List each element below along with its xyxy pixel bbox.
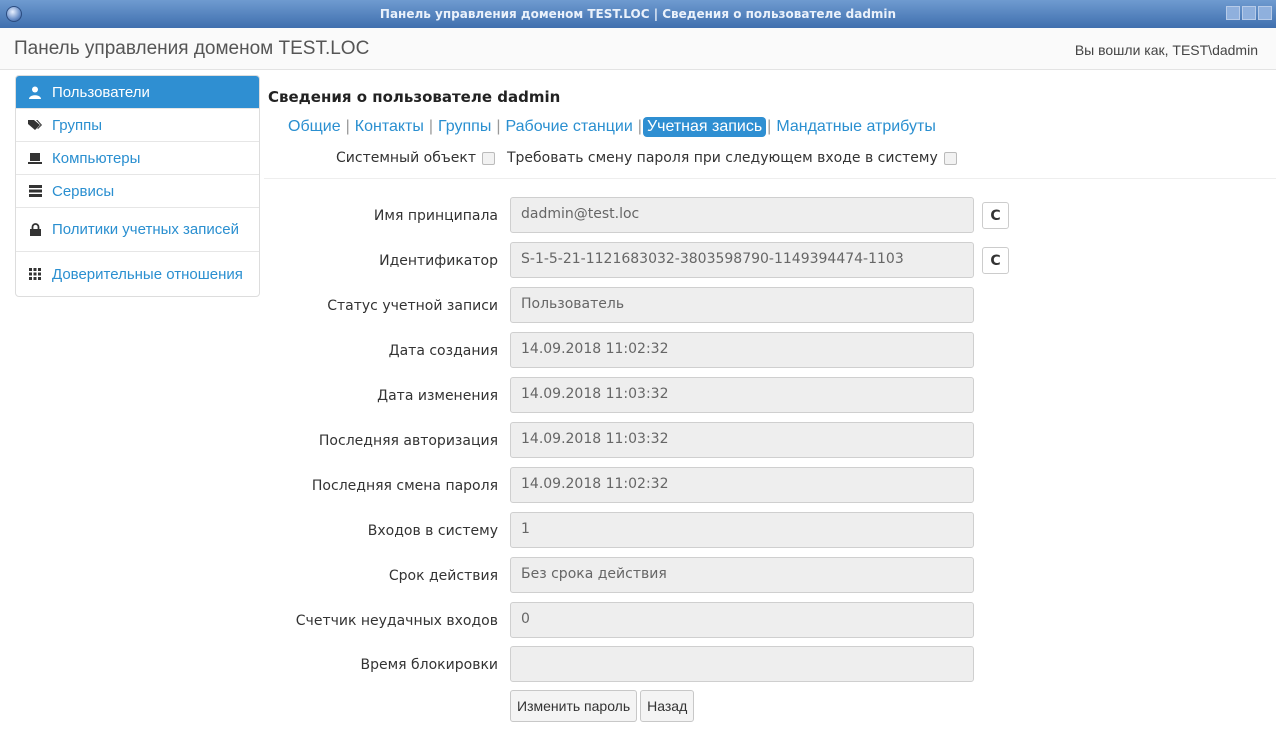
close-icon[interactable] bbox=[1258, 6, 1272, 20]
tab-separator: | bbox=[637, 118, 642, 135]
bad-logon-count-field[interactable]: 0 bbox=[510, 602, 974, 638]
field-label: Последняя авторизация bbox=[318, 433, 498, 449]
system-object-checkbox[interactable] bbox=[481, 151, 495, 165]
lockout-time-field[interactable] bbox=[510, 646, 974, 682]
modified-date-field[interactable]: 14.09.2018 11:03:32 bbox=[510, 377, 974, 413]
sidebar-item-label: Сервисы bbox=[52, 182, 115, 200]
app-header: Панель управления доменом TEST.LOC Вы во… bbox=[0, 28, 1276, 70]
sidebar-item-label: Политики учетных записей bbox=[52, 221, 239, 238]
field-last-logon: Последняя авторизация 14.09.2018 11:03:3… bbox=[264, 422, 1264, 462]
tab-separator: | bbox=[767, 118, 772, 135]
field-label: Время блокировки bbox=[360, 657, 499, 673]
field-label: Срок действия bbox=[388, 568, 498, 584]
tab-groups[interactable]: Группы bbox=[434, 117, 495, 137]
expiration-field[interactable]: Без срока действия bbox=[510, 557, 974, 593]
sidebar-item-account-policies[interactable]: Политики учетных записей bbox=[16, 208, 259, 252]
tab-general[interactable]: Общие bbox=[284, 117, 345, 137]
change-password-button[interactable]: Изменить пароль bbox=[510, 690, 638, 722]
tab-bar: Общие | Контакты | Группы | Рабочие стан… bbox=[284, 117, 940, 137]
identifier-field[interactable]: S-1-5-21-1121683032-3803598790-114939447… bbox=[510, 242, 974, 278]
window-title: Панель управления доменом TEST.LOC | Све… bbox=[379, 7, 897, 21]
server-icon bbox=[28, 184, 42, 198]
sidebar-item-label: Доверительные отношения bbox=[52, 265, 243, 283]
tab-separator: | bbox=[428, 118, 434, 135]
require-password-change-checkbox[interactable] bbox=[943, 151, 957, 165]
sidebar-item-groups[interactable]: Группы bbox=[16, 109, 259, 142]
field-principal-name: Имя принципала dadmin@test.loc C bbox=[264, 197, 1264, 237]
field-label: Дата создания bbox=[388, 343, 498, 359]
copy-icon: C bbox=[990, 252, 1001, 269]
field-lockout-time: Время блокировки bbox=[264, 646, 1264, 686]
window-controls bbox=[1226, 6, 1272, 20]
user-icon bbox=[28, 85, 42, 99]
field-expiration: Срок действия Без срока действия bbox=[264, 557, 1264, 597]
sidebar: Пользователи Группы Компьютеры Сервисы П… bbox=[15, 75, 260, 297]
field-created: Дата создания 14.09.2018 11:02:32 bbox=[264, 332, 1264, 372]
minimize-icon[interactable] bbox=[1226, 6, 1240, 20]
account-status-field[interactable]: Пользователь bbox=[510, 287, 974, 323]
window-titlebar: Панель управления доменом TEST.LOC | Све… bbox=[0, 0, 1276, 28]
field-label: Входов в систему bbox=[367, 523, 498, 539]
tab-mandatory-attributes[interactable]: Мандатные атрибуты bbox=[772, 117, 939, 137]
password-last-set-field[interactable]: 14.09.2018 11:02:32 bbox=[510, 467, 974, 503]
sidebar-item-services[interactable]: Сервисы bbox=[16, 175, 259, 208]
sidebar-item-users[interactable]: Пользователи bbox=[16, 76, 259, 109]
field-label: Дата изменения bbox=[377, 388, 498, 404]
field-label: Имя принципала bbox=[373, 208, 498, 224]
tags-icon bbox=[28, 118, 42, 132]
copy-icon: C bbox=[990, 207, 1001, 224]
field-identifier: Идентификатор S-1-5-21-1121683032-380359… bbox=[264, 242, 1264, 282]
copy-principal-button[interactable]: C bbox=[982, 202, 1009, 229]
sidebar-item-trusts[interactable]: Доверительные отношения bbox=[16, 252, 259, 296]
tab-separator: | bbox=[345, 118, 350, 135]
divider bbox=[264, 178, 1276, 179]
app-brand[interactable]: Панель управления доменом TEST.LOC bbox=[14, 38, 369, 60]
field-bad-logon-count: Счетчик неудачных входов 0 bbox=[264, 602, 1264, 642]
field-account-status: Статус учетной записи Пользователь bbox=[264, 287, 1264, 327]
lock-icon bbox=[28, 223, 42, 237]
sidebar-item-label: Пользователи bbox=[52, 83, 150, 101]
field-label: Счетчик неудачных входов bbox=[295, 613, 498, 629]
tab-workstations[interactable]: Рабочие станции bbox=[502, 117, 637, 137]
field-logon-count: Входов в систему 1 bbox=[264, 512, 1264, 552]
laptop-icon bbox=[28, 151, 42, 165]
created-date-field[interactable]: 14.09.2018 11:02:32 bbox=[510, 332, 974, 368]
field-label: Последняя смена пароля bbox=[311, 478, 498, 494]
copy-identifier-button[interactable]: C bbox=[982, 247, 1009, 274]
account-flags: Системный объект Требовать смену пароля … bbox=[336, 150, 969, 166]
field-label: Статус учетной записи bbox=[327, 298, 498, 314]
sidebar-item-computers[interactable]: Компьютеры bbox=[16, 142, 259, 175]
field-label: Идентификатор bbox=[379, 253, 498, 269]
page-title: Сведения о пользователе dadmin bbox=[268, 88, 561, 106]
tab-account[interactable]: Учетная запись bbox=[642, 117, 767, 137]
grid-icon bbox=[28, 267, 42, 281]
field-password-last-set: Последняя смена пароля 14.09.2018 11:02:… bbox=[264, 467, 1264, 507]
sidebar-item-label: Компьютеры bbox=[52, 149, 141, 167]
principal-name-field[interactable]: dadmin@test.loc bbox=[510, 197, 974, 233]
sidebar-item-label: Группы bbox=[52, 116, 102, 134]
login-status: Вы вошли как, TEST\dadmin bbox=[1074, 42, 1258, 58]
tab-separator: | bbox=[496, 118, 501, 135]
form-actions: Изменить пароль Назад bbox=[510, 690, 695, 722]
field-modified: Дата изменения 14.09.2018 11:03:32 bbox=[264, 377, 1264, 417]
system-object-label: Системный объект bbox=[336, 150, 476, 166]
last-logon-field[interactable]: 14.09.2018 11:03:32 bbox=[510, 422, 974, 458]
back-button[interactable]: Назад bbox=[640, 690, 695, 722]
require-password-change-label: Требовать смену пароля при следующем вхо… bbox=[506, 150, 938, 166]
maximize-icon[interactable] bbox=[1242, 6, 1256, 20]
logon-count-field[interactable]: 1 bbox=[510, 512, 974, 548]
app-icon bbox=[6, 6, 22, 22]
tab-contacts[interactable]: Контакты bbox=[351, 117, 428, 137]
